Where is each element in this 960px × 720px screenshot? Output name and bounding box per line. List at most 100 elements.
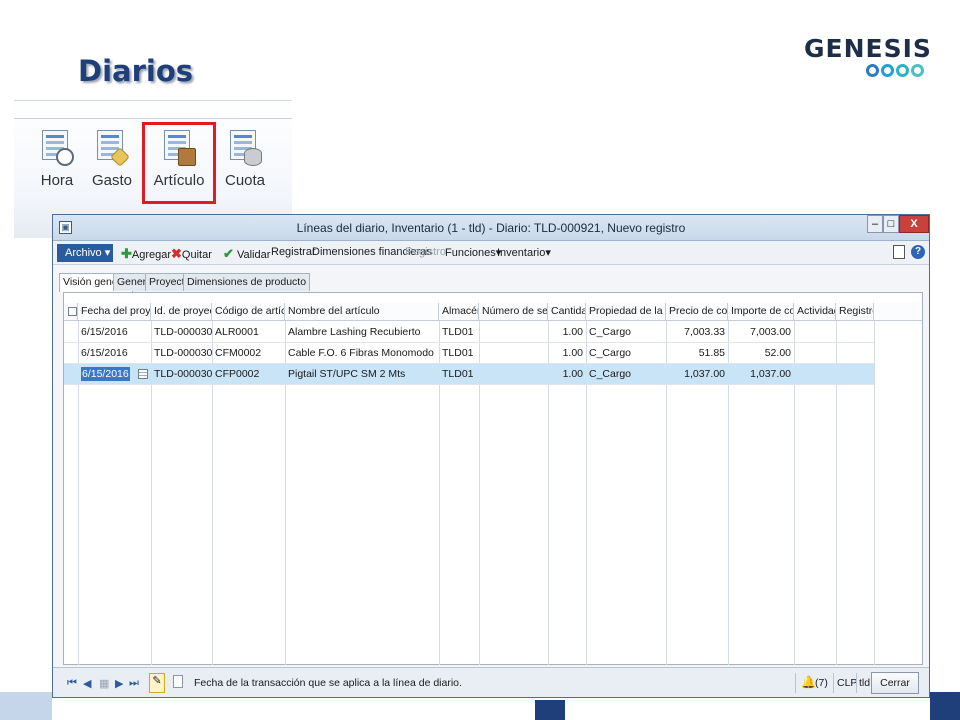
close-button[interactable]: Cerrar [871,672,919,694]
cost-price-cell[interactable]: 7,003.33 [666,322,728,343]
column-header[interactable]: Almacén [439,303,479,321]
quantity-cell[interactable]: 1.00 [548,343,586,364]
item-name-cell[interactable]: Cable F.O. 6 Fibras Monomodo [285,343,439,364]
warehouse-cell[interactable]: TLD01 [439,364,479,385]
table-row[interactable]: 6/15/2016 TLD-000030 ALR0001 Alambre Las… [64,322,874,343]
serial-cell[interactable] [479,343,548,364]
item-code-cell[interactable]: CFP0002 [212,364,285,385]
inventory-menu[interactable]: Inventario▾ [497,246,551,259]
slide-title: Diarios [78,54,194,88]
company-indicator: tld [859,677,871,689]
functions-menu[interactable]: Funciones▾ [445,246,501,259]
cost-amount-cell[interactable]: 7,003.00 [728,322,794,343]
select-all-checkbox[interactable] [68,307,77,316]
ribbon-button-cuota[interactable]: Cuota [217,124,273,189]
date-cell[interactable]: 6/15/2016 [78,322,151,343]
column-header[interactable]: Cantidad [548,303,586,321]
warehouse-cell[interactable]: TLD01 [439,322,479,343]
quantity-cell[interactable]: 1.00 [548,364,586,385]
activity-cell[interactable] [794,343,836,364]
table-row[interactable]: 6/15/2016 TLD-000030 CFM0002 Cable F.O. … [64,343,874,364]
cost-amount-cell[interactable]: 52.00 [728,343,794,364]
status-separator [833,673,834,693]
serial-cell[interactable] [479,322,548,343]
project-id-cell[interactable]: TLD-000030 [151,322,212,343]
registration-cell[interactable] [836,343,874,364]
column-header[interactable]: Fecha del proyecto [78,303,151,321]
last-record-icon[interactable]: ⏭ [129,677,139,690]
tag-journal-icon [95,128,130,167]
grid-view-icon[interactable]: ▦ [99,677,109,690]
column-header[interactable]: Código de artículo [212,303,285,321]
project-id-cell[interactable]: TLD-000030 [151,343,212,364]
ribbon-button-gasto[interactable]: Gasto [84,124,140,189]
line-property-cell[interactable]: C_Cargo [586,322,666,343]
item-name-cell[interactable]: Pigtail ST/UPC SM 2 Mts [285,364,439,385]
clock-journal-icon [40,128,74,166]
column-header[interactable]: Propiedad de la línea [586,303,666,321]
validate-button[interactable]: ✔ Validar [223,246,270,262]
registration-cell[interactable] [836,322,874,343]
column-header[interactable]: Nombre del artículo [285,303,439,321]
remove-label: Quitar [181,249,212,261]
notification-count[interactable]: (7) [815,677,828,689]
ribbon-button-hora[interactable]: Hora [29,124,85,189]
cost-price-cell[interactable]: 51.85 [666,343,728,364]
help-icon[interactable]: ? [911,245,925,259]
file-menu-button[interactable]: Archivo ▾ [57,244,113,262]
item-name-cell[interactable]: Alambre Lashing Recubierto [285,322,439,343]
post-button[interactable]: Registrar [271,246,316,258]
attachment-icon[interactable] [173,675,183,688]
maximize-button[interactable]: □ [883,215,899,233]
first-record-icon[interactable]: ⏮ [67,677,77,690]
registration-button[interactable]: Registro [405,246,446,258]
delete-icon: ✖ [171,246,182,261]
select-all-header[interactable] [64,303,78,321]
edit-pencil-icon[interactable]: ✎ [149,673,165,693]
remove-button[interactable]: ✖Quitar [171,246,212,262]
quantity-cell[interactable]: 1.00 [548,322,586,343]
activity-cell[interactable] [794,364,836,385]
bell-icon[interactable]: 🔔 [801,675,816,689]
cost-amount-cell[interactable]: 1,037.00 [728,364,794,385]
line-property-cell[interactable]: C_Cargo [586,343,666,364]
activity-cell[interactable] [794,322,836,343]
registration-cell[interactable] [836,364,874,385]
cost-price-cell[interactable]: 1,037.00 [666,364,728,385]
line-property-cell[interactable]: C_Cargo [586,364,666,385]
document-view-icon[interactable] [893,245,905,259]
functions-label: Funciones [445,247,496,259]
column-header[interactable]: Número de serie [479,303,548,321]
item-code-cell[interactable]: CFM0002 [212,343,285,364]
plus-icon: ✚ [121,246,132,261]
warehouse-cell[interactable]: TLD01 [439,343,479,364]
calendar-icon[interactable] [138,369,148,379]
date-cell[interactable]: 6/15/2016 [78,343,151,364]
column-header[interactable]: Id. de proyecto [151,303,212,321]
title-bar: ▣ Líneas del diario, Inventario (1 - tld… [53,215,929,241]
action-toolbar: Archivo ▾ ✚Agregar ✖Quitar ✔ Validar Reg… [53,241,929,265]
previous-record-icon[interactable]: ◀ [83,677,91,690]
add-button[interactable]: ✚Agregar [121,246,171,262]
chevron-down-icon: ▾ [104,247,111,259]
item-code-cell[interactable]: ALR0001 [212,322,285,343]
logo-rings-icon [866,64,924,77]
close-window-button[interactable]: X [899,215,929,233]
ribbon-button-label: Cuota [224,172,266,189]
date-input[interactable]: 6/15/2016 [78,364,151,385]
ribbon-button-label: Gasto [91,172,133,189]
validate-label: Validar [236,249,271,261]
tab-dimensiones-producto[interactable]: Dimensiones de producto [183,273,311,291]
column-header[interactable]: Importe de coste [728,303,794,321]
project-id-cell[interactable]: TLD-000030 [151,364,212,385]
table-row-selected[interactable]: 6/15/2016 TLD-000030 CFP0002 Pigtail ST/… [64,364,874,385]
column-header[interactable]: Actividad [794,303,836,321]
decorative-band [535,700,565,720]
logo-text: GENESIS [804,34,932,63]
column-header[interactable]: Registro [836,303,874,321]
serial-cell[interactable] [479,364,548,385]
next-record-icon[interactable]: ▶ [115,677,123,690]
date-input-value[interactable]: 6/15/2016 [81,367,130,381]
column-header[interactable]: Precio de coste [666,303,728,321]
minimize-button[interactable]: – [867,215,883,233]
